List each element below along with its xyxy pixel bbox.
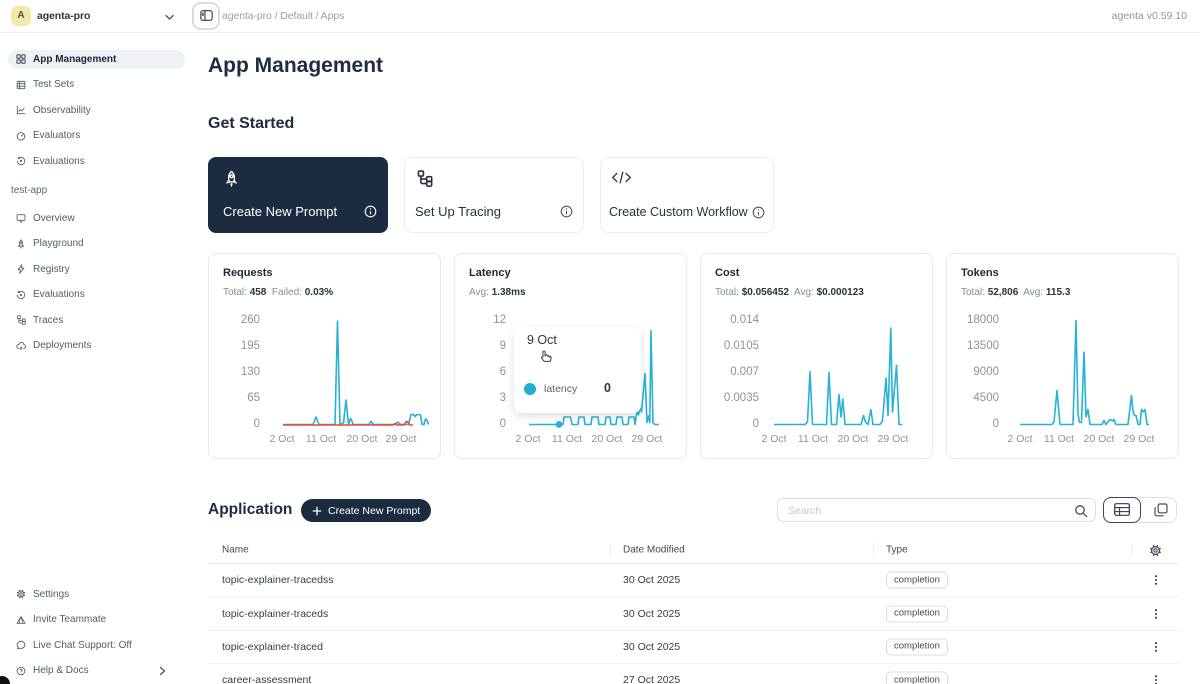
svg-text:0.0035: 0.0035 <box>724 392 759 404</box>
svg-text:11 Oct: 11 Oct <box>552 433 582 445</box>
svg-text:11 Oct: 11 Oct <box>306 433 336 445</box>
svg-text:9000: 9000 <box>973 366 999 378</box>
svg-text:130: 130 <box>241 366 260 378</box>
svg-text:20 Oct: 20 Oct <box>838 433 869 445</box>
svg-text:13500: 13500 <box>967 340 999 352</box>
svg-text:65: 65 <box>247 392 260 404</box>
svg-text:0.0105: 0.0105 <box>724 340 759 352</box>
svg-text:11 Oct: 11 Oct <box>798 433 828 445</box>
svg-text:11 Oct: 11 Oct <box>1044 433 1074 445</box>
svg-text:6: 6 <box>500 366 506 378</box>
svg-text:29 Oct: 29 Oct <box>1124 433 1155 445</box>
svg-text:29 Oct: 29 Oct <box>632 433 663 445</box>
svg-text:9: 9 <box>500 340 506 352</box>
svg-text:0: 0 <box>500 418 506 430</box>
svg-text:2 Oct: 2 Oct <box>1007 433 1032 445</box>
svg-text:260: 260 <box>241 314 260 326</box>
svg-text:3: 3 <box>500 392 506 404</box>
svg-text:0: 0 <box>993 418 999 430</box>
svg-text:12: 12 <box>493 314 506 326</box>
svg-text:20 Oct: 20 Oct <box>592 433 623 445</box>
svg-text:29 Oct: 29 Oct <box>878 433 909 445</box>
svg-text:18000: 18000 <box>967 314 999 326</box>
svg-text:29 Oct: 29 Oct <box>386 433 417 445</box>
svg-text:0: 0 <box>753 418 759 430</box>
svg-text:2 Oct: 2 Oct <box>515 433 540 445</box>
svg-text:2 Oct: 2 Oct <box>761 433 786 445</box>
svg-text:0: 0 <box>254 418 260 430</box>
svg-text:2 Oct: 2 Oct <box>269 433 294 445</box>
svg-text:4500: 4500 <box>973 392 999 404</box>
svg-text:195: 195 <box>241 340 260 352</box>
svg-text:0.014: 0.014 <box>730 314 759 326</box>
svg-text:20 Oct: 20 Oct <box>1084 433 1115 445</box>
svg-text:20 Oct: 20 Oct <box>347 433 378 445</box>
svg-text:0.007: 0.007 <box>730 366 759 378</box>
